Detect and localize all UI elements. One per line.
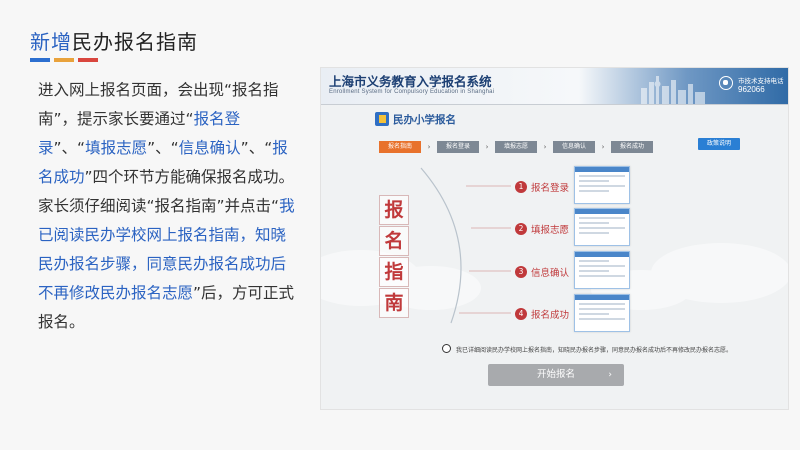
support-number: 962066 — [738, 85, 765, 94]
step-login[interactable]: 报名登录 — [437, 141, 479, 153]
step-thumbnail — [574, 251, 630, 289]
agree-radio[interactable] — [442, 344, 451, 353]
chevron-right-icon: › — [608, 370, 612, 380]
site-subtitle: Enrollment System for Compulsory Educati… — [329, 89, 495, 95]
phone-icon — [719, 76, 733, 90]
step-number: 1 — [515, 181, 527, 193]
list-step-2: 2 填报志愿 — [515, 222, 569, 236]
p1-text-a: 进入网上报名页面，会出现“报名指南”，提示家长要通过“ — [38, 81, 279, 128]
vertical-char-2: 名 — [379, 226, 409, 256]
skyline-image — [641, 76, 705, 104]
vertical-char-4: 南 — [379, 288, 409, 318]
site-title: 上海市义务教育入学报名系统 — [329, 74, 492, 89]
step-thumbnail — [574, 166, 630, 204]
arrow-right-icon: › — [601, 143, 605, 151]
support-label: 市技术支持电话 — [738, 77, 784, 85]
policy-button[interactable]: 政策说明 — [698, 138, 740, 150]
arrow-right-icon: › — [485, 143, 489, 151]
step-confirm[interactable]: 信息确认 — [553, 141, 595, 153]
underline-blue — [30, 58, 50, 62]
step-label: 报名登录 — [531, 183, 570, 194]
start-enrollment-button[interactable]: 开始报名 › — [488, 364, 624, 386]
step-number: 3 — [515, 266, 527, 278]
underline-red — [78, 58, 98, 62]
step-number: 2 — [515, 223, 527, 235]
slide-title-prefix: 新增 — [30, 30, 72, 54]
step-fill[interactable]: 填报志愿 — [495, 141, 537, 153]
list-step-4: 4 报名成功 — [515, 307, 569, 321]
book-icon — [375, 112, 389, 126]
p1-step-confirm: 信息确认 — [178, 139, 241, 157]
start-button-label: 开始报名 — [536, 369, 575, 380]
vertical-char-1: 报 — [379, 195, 409, 225]
list-step-1: 1 报名登录 — [515, 180, 569, 194]
paragraph-2: 家长须仔细阅读“报名指南”并点击“我已阅读民办学校网上报名指南，知晓民办报名步骤… — [38, 192, 300, 337]
slide-title-main: 民办报名指南 — [72, 30, 198, 54]
step-label: 报名成功 — [531, 310, 570, 321]
step-number: 4 — [515, 308, 527, 320]
step-thumbnail — [574, 294, 630, 332]
paragraph-1: 进入网上报名页面，会出现“报名指南”，提示家长要通过“报名登录”、“填报志愿”、… — [38, 76, 300, 192]
enrollment-screenshot: 上海市义务教育入学报名系统 Enrollment System for Comp… — [320, 67, 789, 410]
arrow-right-icon: › — [543, 143, 547, 151]
slide-title: 新增民办报名指南 — [30, 26, 198, 55]
p1-sep-1: ”、“ — [53, 139, 86, 157]
step-success[interactable]: 报名成功 — [611, 141, 653, 153]
step-progress-bar: 报名指南 › 报名登录 › 填报志愿 › 信息确认 › 报名成功 — [379, 141, 653, 153]
step-guide[interactable]: 报名指南 — [379, 141, 421, 153]
p1-step-fill: 填报志愿 — [85, 139, 148, 157]
banner-divider — [321, 104, 788, 105]
p1-sep-2: ”、“ — [147, 139, 179, 157]
arrow-right-icon: › — [427, 143, 431, 151]
slide-description: 进入网上报名页面，会出现“报名指南”，提示家长要通过“报名登录”、“填报志愿”、… — [38, 76, 300, 337]
vertical-char-3: 指 — [379, 257, 409, 287]
step-label: 信息确认 — [531, 268, 570, 279]
agree-text: 我已详细阅读民办学校网上报名指南，知晓民办报名步骤，同意民办报名成功后不再修改民… — [456, 347, 733, 354]
list-step-3: 3 信息确认 — [515, 265, 569, 279]
step-label: 填报志愿 — [531, 225, 570, 236]
underline-orange — [54, 58, 74, 62]
p1-sep-3: ”、“ — [240, 139, 273, 157]
p2-text-a: 家长须仔细阅读“报名指南”并点击“ — [38, 197, 280, 215]
step-thumbnail — [574, 208, 630, 246]
section-title: 民办小学报名 — [393, 114, 456, 126]
title-underline — [30, 58, 98, 62]
p1-text-end: ”四个环节方能确保报名成功。 — [84, 168, 295, 186]
